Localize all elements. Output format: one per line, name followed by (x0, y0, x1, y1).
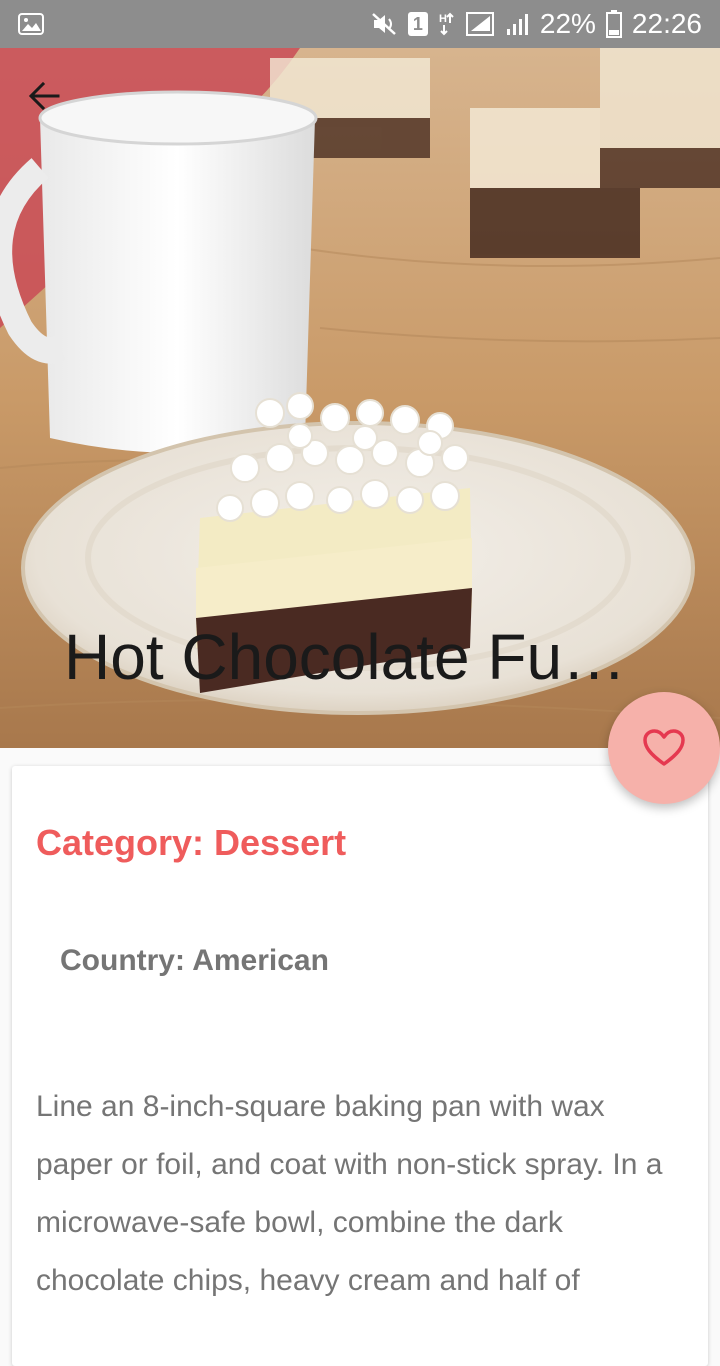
heart-outline-icon (643, 729, 685, 766)
data-icon: H (438, 11, 456, 37)
clock: 22:26 (631, 8, 702, 39)
mute-icon (370, 11, 398, 37)
recipe-detail-card: Category: Dessert Country: American Line… (12, 766, 708, 1366)
gallery-icon (18, 13, 44, 35)
status-bar: 1 H 22% 22:26 (0, 0, 720, 48)
sim-icon: 1 (407, 12, 428, 36)
signal-icon (506, 11, 530, 37)
recipe-hero-image: Hot Chocolate Fu… (0, 48, 720, 748)
country-label: Country: American (60, 944, 329, 977)
battery-percent: 22% (539, 8, 596, 39)
favorite-button[interactable] (608, 692, 720, 804)
battery-icon (605, 10, 622, 38)
recipe-title: Hot Chocolate Fu… (64, 621, 627, 693)
instructions-text: Line an 8-inch-square baking pan with wa… (36, 1090, 663, 1297)
svg-text:H: H (439, 13, 447, 25)
signal-icon (465, 11, 496, 37)
category-label: Category: Dessert (36, 822, 347, 863)
arrow-left-icon (28, 81, 60, 111)
back-button[interactable] (26, 78, 86, 138)
